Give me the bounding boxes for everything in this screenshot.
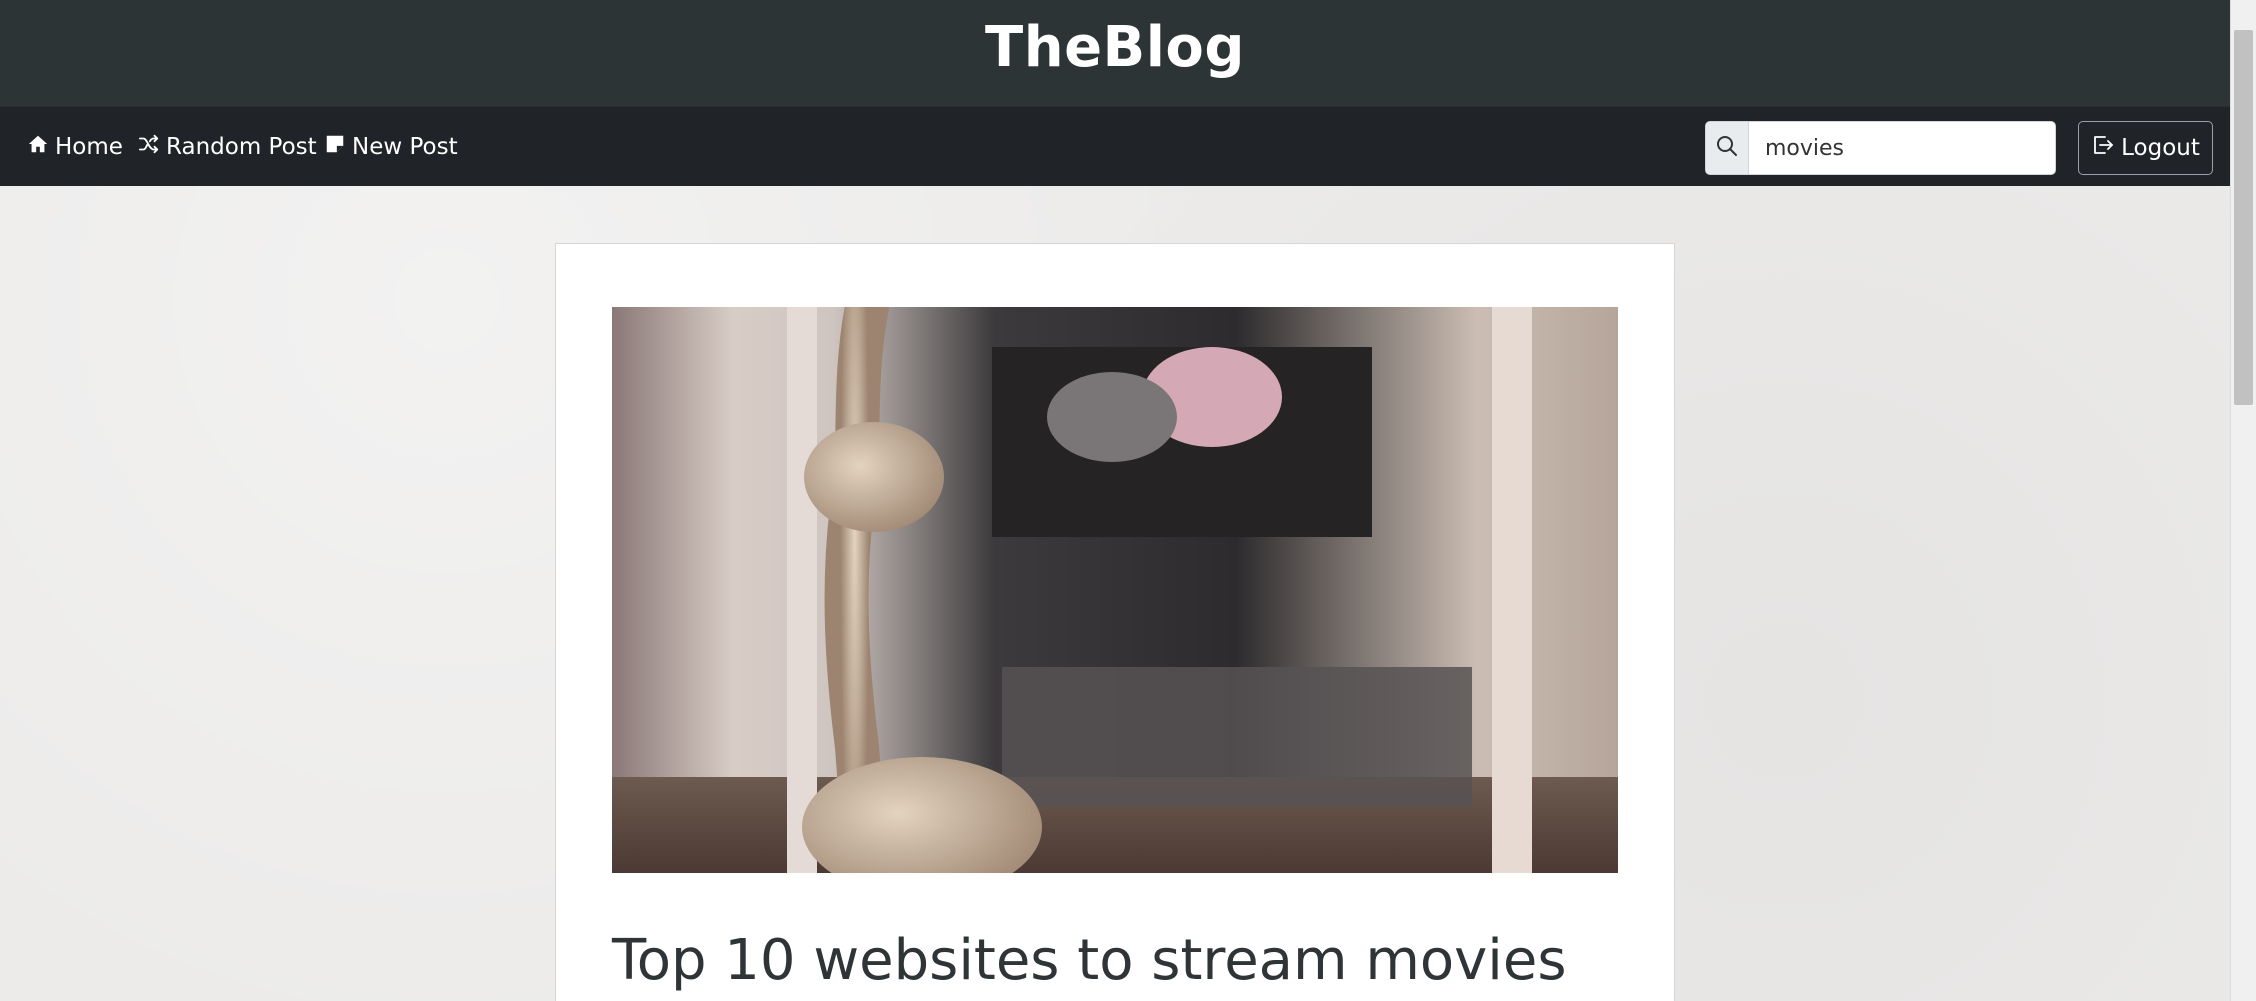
navbar: Home Random Post New Post movies Logout	[0, 106, 2230, 186]
search-group	[1705, 121, 2056, 175]
sticky-note-icon	[324, 133, 346, 161]
site-header: TheBlog	[0, 0, 2230, 106]
house-icon	[27, 133, 49, 161]
nav-home-link[interactable]: Home	[27, 129, 123, 165]
nav-home-label: Home	[55, 134, 123, 160]
vertical-scrollbar[interactable]	[2230, 0, 2256, 1001]
nav-random-post-link[interactable]: Random Post	[138, 129, 317, 165]
logout-button[interactable]: Logout	[2078, 121, 2213, 175]
nav-random-label: Random Post	[166, 134, 317, 160]
search-input[interactable]	[1749, 122, 2055, 174]
logout-label: Logout	[2121, 135, 2200, 161]
post-card: Top 10 websites to stream movies	[555, 243, 1675, 1001]
search-icon	[1715, 134, 1739, 162]
post-title[interactable]: Top 10 websites to stream movies	[612, 928, 1567, 993]
scroll-thumb[interactable]	[2234, 30, 2253, 405]
search-addon	[1706, 122, 1749, 174]
logout-icon	[2091, 133, 2115, 163]
post-image[interactable]	[612, 307, 1618, 873]
site-title[interactable]: TheBlog	[985, 15, 1245, 80]
shuffle-icon	[138, 133, 160, 161]
nav-new-post-label: New Post	[352, 134, 458, 160]
nav-new-post-link[interactable]: New Post	[324, 129, 458, 165]
